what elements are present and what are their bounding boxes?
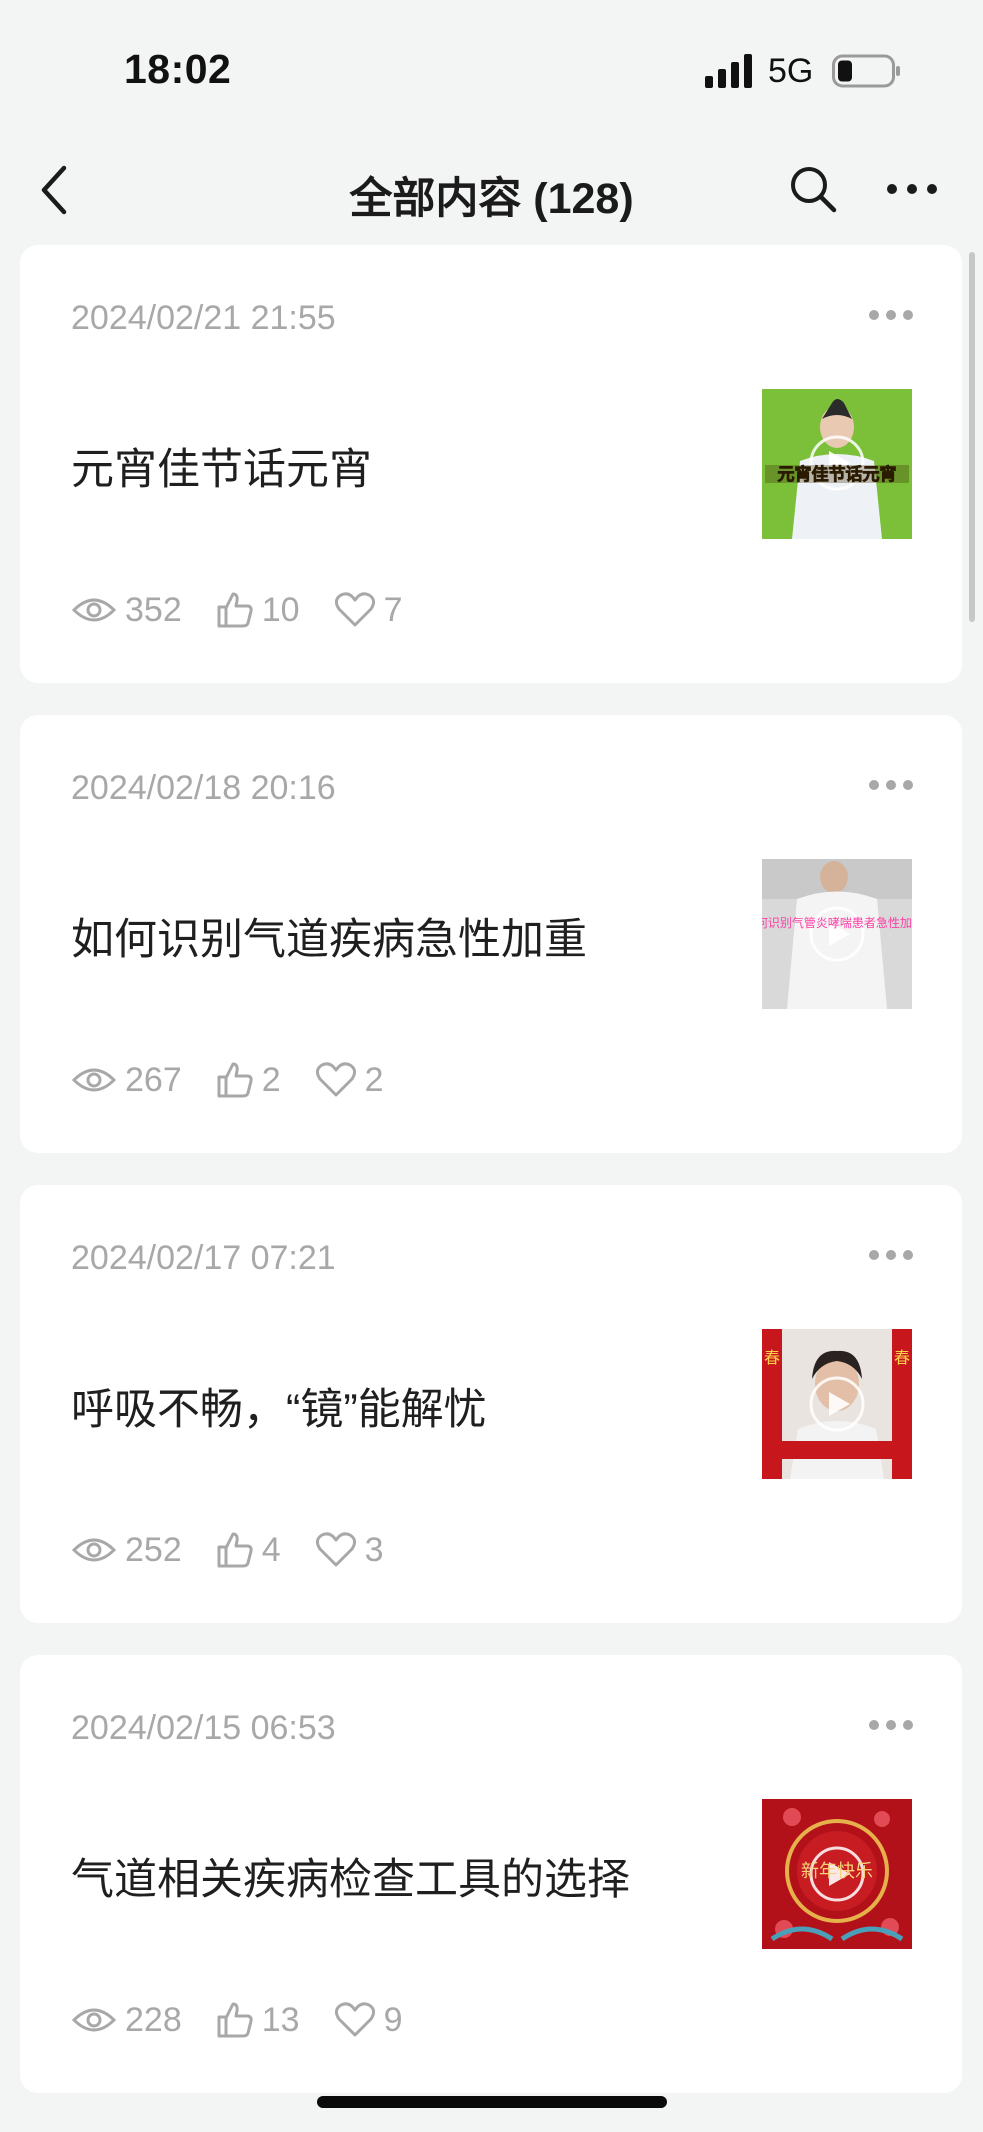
eye-icon	[71, 1538, 117, 1562]
article-stats: 352 10 7	[71, 585, 436, 635]
article-date: 2024/02/15 06:53	[71, 1709, 336, 1747]
thumbnail-caption: 春	[764, 1348, 780, 1367]
scroll-indicator[interactable]	[969, 252, 975, 622]
thumbnail-caption-right: 春	[894, 1348, 910, 1367]
likes-count: 2	[261, 1060, 281, 1099]
views-stat: 267	[71, 1061, 182, 1100]
video-thumbnail[interactable]: 元宵佳节话元宵	[762, 389, 912, 539]
article-stats: 252 4 3	[71, 1525, 418, 1575]
article-title: 呼吸不畅，“镜”能解忧	[71, 1386, 487, 1434]
views-count: 352	[125, 590, 182, 629]
article-card[interactable]: 2024/02/15 06:53 气道相关疾病检查工具的选择 新年快乐 228 …	[20, 1655, 962, 2093]
more-options-icon[interactable]	[886, 164, 938, 214]
video-thumbnail[interactable]: 如何识别气管炎哮喘患者急性加重?	[762, 859, 912, 1009]
article-more-icon[interactable]	[868, 777, 914, 793]
favorites-count: 2	[364, 1060, 384, 1099]
article-card[interactable]: 2024/02/21 21:55 元宵佳节话元宵 元宵佳节话元宵 352 10	[20, 245, 962, 683]
likes-count: 4	[261, 1530, 281, 1569]
article-more-icon[interactable]	[868, 1247, 914, 1263]
favorites-count: 9	[383, 2000, 403, 2039]
article-stats: 267 2 2	[71, 1055, 418, 1105]
likes-stat[interactable]: 2	[216, 1061, 281, 1100]
home-indicator[interactable]	[317, 2096, 667, 2108]
eye-icon	[71, 598, 117, 622]
favorites-stat[interactable]: 9	[334, 2000, 403, 2040]
article-date: 2024/02/17 07:21	[71, 1239, 336, 1277]
video-thumbnail[interactable]: 春 春	[762, 1329, 912, 1479]
article-title: 气道相关疾病检查工具的选择	[71, 1856, 630, 1904]
video-thumbnail[interactable]: 新年快乐	[762, 1799, 912, 1949]
article-title: 如何识别气道疾病急性加重	[71, 916, 587, 964]
favorites-count: 7	[383, 590, 403, 629]
article-more-icon[interactable]	[868, 1717, 914, 1733]
views-stat: 252	[71, 1531, 182, 1570]
heart-icon	[334, 592, 375, 627]
eye-icon	[71, 1068, 117, 1092]
battery-icon	[832, 54, 900, 88]
article-card[interactable]: 2024/02/18 20:16 如何识别气道疾病急性加重 如何识别气管炎哮喘患…	[20, 715, 962, 1153]
article-date: 2024/02/21 21:55	[71, 299, 336, 337]
views-stat: 228	[71, 2001, 182, 2040]
heart-icon	[334, 2002, 375, 2037]
article-title: 元宵佳节话元宵	[71, 446, 372, 494]
views-count: 252	[125, 1530, 182, 1569]
status-bar: 18:02 5G	[0, 0, 983, 140]
eye-icon	[71, 2008, 117, 2032]
article-card[interactable]: 2024/02/17 07:21 呼吸不畅，“镜”能解忧 春 春 252 4 3	[20, 1185, 962, 1623]
heart-icon	[315, 1532, 356, 1567]
likes-stat[interactable]: 13	[216, 2001, 300, 2040]
thumbnail-caption: 如何识别气管炎哮喘患者急性加重?	[762, 915, 912, 930]
likes-count: 13	[261, 2000, 300, 2039]
thumbnail-caption: 元宵佳节话元宵	[778, 464, 897, 485]
favorites-stat[interactable]: 7	[334, 590, 403, 630]
article-stats: 228 13 9	[71, 1995, 436, 2045]
favorites-count: 3	[364, 1530, 384, 1569]
favorites-stat[interactable]: 3	[315, 1531, 384, 1570]
article-date: 2024/02/18 20:16	[71, 769, 336, 807]
search-icon[interactable]	[788, 164, 838, 214]
network-type: 5G	[768, 52, 814, 90]
thumbs-up-icon	[217, 1062, 253, 1098]
views-stat: 352	[71, 591, 182, 630]
cellular-signal-icon	[705, 54, 752, 88]
navigation-bar: 全部内容 (128)	[0, 140, 983, 240]
likes-count: 10	[261, 590, 300, 629]
favorites-stat[interactable]: 2	[315, 1061, 384, 1100]
thumbs-up-icon	[217, 592, 253, 628]
likes-stat[interactable]: 10	[216, 591, 300, 630]
likes-stat[interactable]: 4	[216, 1531, 281, 1570]
article-more-icon[interactable]	[868, 307, 914, 323]
thumbs-up-icon	[217, 2002, 253, 2038]
views-count: 228	[125, 2000, 182, 2039]
heart-icon	[315, 1062, 356, 1097]
thumbs-up-icon	[217, 1532, 253, 1568]
views-count: 267	[125, 1060, 182, 1099]
status-time: 18:02	[124, 46, 232, 92]
thumbnail-caption: 新年快乐	[801, 1861, 873, 1882]
